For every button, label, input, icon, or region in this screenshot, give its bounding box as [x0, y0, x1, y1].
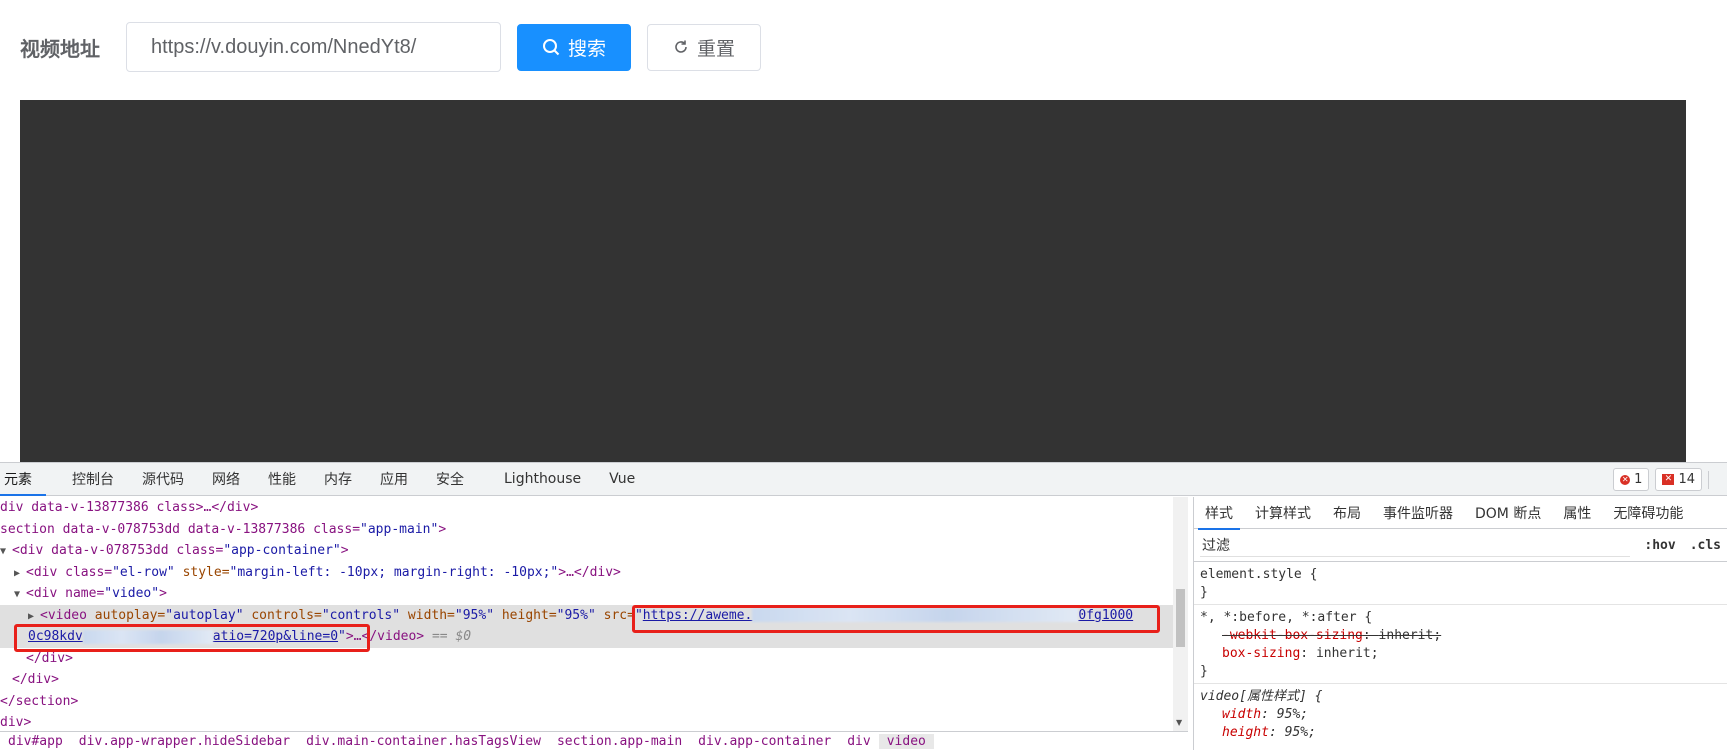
video-player[interactable]	[20, 100, 1686, 462]
tab-lighthouse[interactable]: Lighthouse	[490, 462, 595, 495]
css-selector: video[属性样式] {	[1200, 689, 1323, 704]
dom-node[interactable]: </section>	[0, 691, 1173, 713]
search-button-label: 搜索	[567, 37, 606, 60]
search-form: 视频地址 https://v.douyin.com/NnedYt8/ 搜索 重置	[20, 22, 761, 72]
css-property[interactable]: width: 95%;	[1200, 706, 1721, 724]
tab-computed[interactable]: 计算样式	[1244, 497, 1322, 529]
dom-node-attr-value: "el-row"	[112, 564, 175, 580]
devtools-status: ✕ 1 ✕ 14	[1613, 468, 1709, 491]
dom-node-end: >…</div>	[558, 564, 621, 580]
src-highlight-box	[632, 605, 1160, 633]
devtools-panel: 元素 控制台 源代码 网络 性能 内存 应用 安全 Lighthouse Vue…	[0, 462, 1727, 750]
tab-vue[interactable]: Vue	[595, 462, 649, 495]
web-page: 视频地址 https://v.douyin.com/NnedYt8/ 搜索 重置	[0, 0, 1727, 462]
dom-node-tag: div class=	[33, 564, 113, 580]
video-url-label: 视频地址	[20, 36, 100, 61]
selected-node-marker: == $0	[431, 629, 472, 644]
css-rule[interactable]: *, *:before, *:after { -webkit-box-sizin…	[1194, 605, 1727, 684]
tab-dom-breakpoints[interactable]: DOM 断点	[1464, 497, 1552, 529]
dom-node[interactable]: section data-v-078753dd data-v-13877386 …	[0, 519, 1173, 541]
css-rule-close: }	[1200, 664, 1208, 679]
dom-node-tag: section data-v-078753dd data-v-13877386 …	[0, 521, 361, 537]
dom-node[interactable]: </div>	[0, 669, 1173, 691]
dom-node-attr-value: "margin-left: -10px; margin-right: -10px…	[229, 564, 559, 580]
tab-sources[interactable]: 源代码	[128, 462, 198, 495]
reset-button[interactable]: 重置	[647, 23, 761, 71]
dom-node-attr-value: "app-container"	[223, 543, 341, 558]
devtools-tabbar: 元素 控制台 源代码 网络 性能 内存 应用 安全 Lighthouse Vue…	[0, 463, 1727, 496]
breadcrumb-item[interactable]: section.app-main	[549, 734, 690, 749]
tab-properties[interactable]: 属性	[1552, 497, 1602, 529]
tab-styles[interactable]: 样式	[1194, 497, 1244, 530]
breadcrumb-item[interactable]: div	[839, 734, 878, 749]
css-rule-close: }	[1200, 585, 1208, 600]
toolbar-divider	[1708, 470, 1709, 489]
issue-count: 14	[1678, 472, 1695, 487]
tab-application[interactable]: 应用	[366, 462, 422, 495]
collapse-triangle-icon[interactable]: ▼	[0, 541, 12, 563]
tab-event-listeners[interactable]: 事件监听器	[1372, 497, 1464, 529]
breadcrumb-item[interactable]: div.app-container	[690, 734, 839, 749]
src-highlight-box-2	[14, 624, 370, 652]
dom-node[interactable]: div data-v-13877386 class>…</div>	[0, 497, 1173, 519]
tab-memory[interactable]: 内存	[310, 462, 366, 495]
tab-security[interactable]: 安全	[422, 462, 478, 495]
tab-performance[interactable]: 性能	[254, 462, 310, 495]
tab-layout[interactable]: 布局	[1322, 497, 1372, 529]
css-property[interactable]: box-sizing: inherit;	[1200, 645, 1721, 663]
breadcrumb: div#app div.app-wrapper.hideSidebar div.…	[0, 731, 1188, 750]
search-button[interactable]: 搜索	[517, 23, 631, 71]
elements-tree[interactable]: div data-v-13877386 class>…</div> sectio…	[0, 497, 1173, 731]
error-icon: ✕	[1620, 474, 1631, 485]
tab-elements[interactable]: 元素	[0, 462, 46, 496]
issue-count-badge[interactable]: ✕ 14	[1655, 468, 1702, 491]
scrollbar-thumb[interactable]	[1176, 589, 1185, 647]
dom-node-text: div data-v-13877386 class>…</div>	[0, 500, 259, 515]
styles-filter-input[interactable]: 过滤	[1200, 533, 1631, 557]
dom-node-tag: div name=	[33, 586, 105, 601]
dom-node[interactable]: div>	[0, 712, 1173, 731]
css-selector: element.style {	[1200, 567, 1318, 582]
error-count-badge[interactable]: ✕ 1	[1613, 468, 1650, 491]
reset-button-label: 重置	[696, 37, 735, 60]
css-property-overridden[interactable]: -webkit-box-sizing: inherit;	[1200, 627, 1721, 645]
breadcrumb-item-current[interactable]: video	[878, 734, 934, 749]
styles-tabbar: 样式 计算样式 布局 事件监听器 DOM 断点 属性 无障碍功能	[1194, 497, 1727, 530]
tab-console[interactable]: 控制台	[58, 462, 128, 495]
css-property[interactable]: height: 95%;	[1200, 724, 1721, 742]
scroll-down-icon[interactable]: ▼	[1176, 718, 1182, 727]
dom-node-attr-value: "app-main"	[360, 521, 439, 537]
refresh-icon	[675, 40, 687, 53]
dom-node[interactable]: ▼ <div data-v-078753dd class="app-contain…	[0, 540, 1173, 562]
css-rule[interactable]: video[属性样式] { width: 95%; height: 95%;	[1194, 684, 1727, 744]
tab-network[interactable]: 网络	[198, 462, 254, 495]
search-icon	[542, 39, 560, 56]
breadcrumb-item[interactable]: div.main-container.hasTagsView	[298, 734, 549, 749]
styles-filter-row: 过滤 :hov .cls	[1194, 529, 1727, 562]
hover-state-toggle[interactable]: :hov	[1644, 538, 1675, 553]
elements-scrollbar[interactable]: ▼	[1173, 497, 1188, 731]
video-url-input[interactable]: https://v.douyin.com/NnedYt8/	[126, 22, 501, 72]
issue-icon: ✕	[1662, 474, 1675, 485]
css-selector: *, *:before, *:after {	[1200, 610, 1373, 625]
breadcrumb-item[interactable]: div#app	[0, 734, 71, 749]
dom-node-attr-name: style=	[182, 564, 230, 580]
dom-node-tag: div data-v-078753dd class=	[19, 543, 224, 558]
dom-node-attr-value: "video"	[104, 586, 160, 601]
class-toggle[interactable]: .cls	[1690, 538, 1721, 553]
expand-triangle-icon[interactable]: ▶	[14, 563, 26, 585]
css-rule[interactable]: element.style { }	[1194, 562, 1727, 605]
collapse-triangle-icon[interactable]: ▼	[14, 584, 26, 606]
dom-node[interactable]: ▶ <div class="el-row" style="margin-left:…	[0, 562, 1173, 584]
styles-pane: 样式 计算样式 布局 事件监听器 DOM 断点 属性 无障碍功能 过滤 :hov…	[1193, 497, 1727, 750]
error-count: 1	[1634, 472, 1643, 487]
dom-node[interactable]: ▼ <div name="video">	[0, 583, 1173, 605]
breadcrumb-item[interactable]: div.app-wrapper.hideSidebar	[71, 734, 298, 749]
tab-accessibility[interactable]: 无障碍功能	[1602, 497, 1694, 529]
